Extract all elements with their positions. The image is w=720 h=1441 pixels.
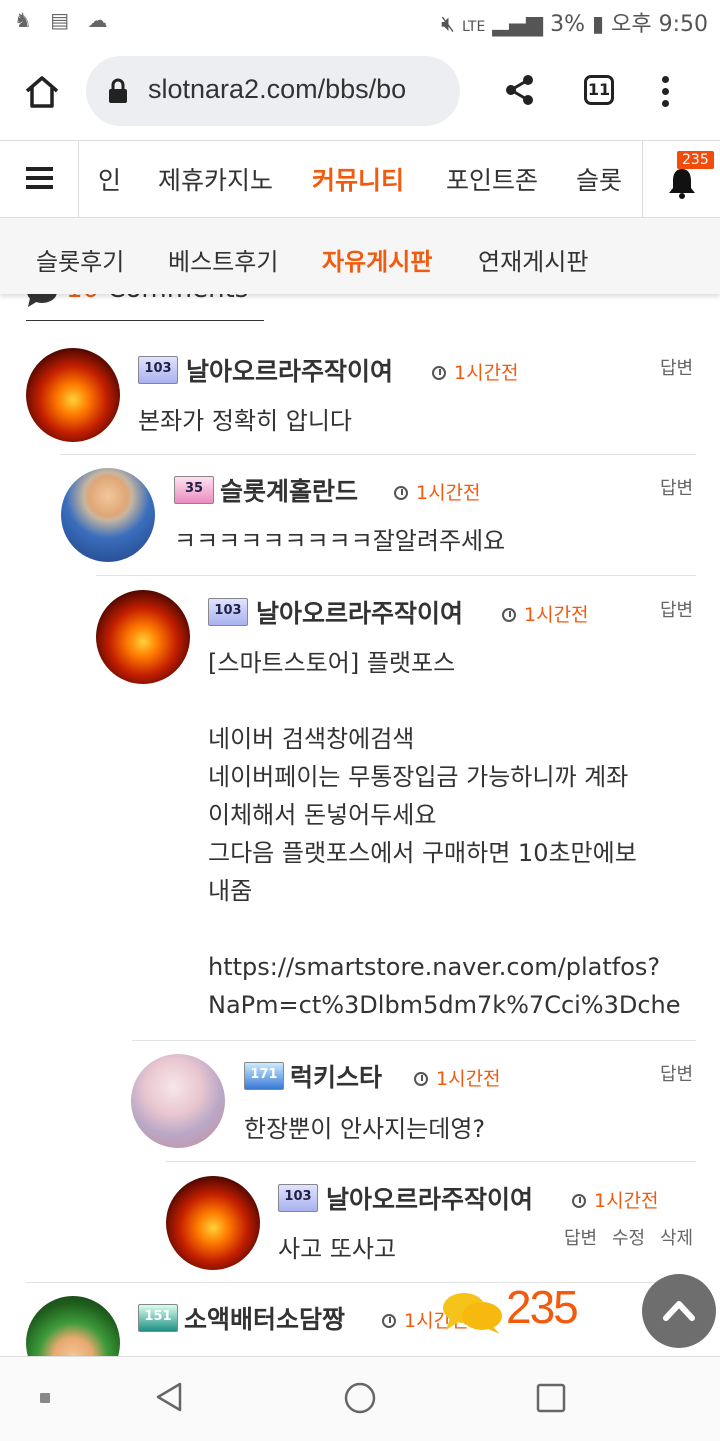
sub-nav: 슬롯후기 베스트후기 자유게시판 연재게시판: [0, 218, 720, 294]
comment-time-text: 1시간전: [454, 362, 519, 384]
comment-time: 1시간전: [502, 600, 589, 627]
comment-time: 1시간전: [572, 1186, 659, 1213]
comment-author[interactable]: 럭키스타: [290, 1058, 382, 1094]
battery-icon: ▮: [592, 12, 605, 37]
comment-time-text: 1시간전: [524, 604, 589, 626]
nav-item-partner-casino[interactable]: 제휴카지노: [158, 161, 273, 197]
comment-item: 35 슬롯계홀란드 1시간전 답변 ㅋㅋㅋㅋㅋㅋㅋㅋㅋ잘알려주세요: [0, 460, 720, 575]
floating-count: 235: [506, 1281, 579, 1333]
comment-item: 103 날아오르라주작이여 1시간전 답변 본좌가 정확히 압니다: [0, 340, 720, 455]
comment-author[interactable]: 날아오르라주작이여: [256, 594, 463, 630]
level-badge: 151: [138, 1304, 178, 1332]
comment-time-text: 1시간전: [436, 1068, 501, 1090]
clock-icon: [414, 1072, 428, 1086]
more-menu-icon[interactable]: [662, 76, 670, 112]
comment-content: 본좌가 정확히 압니다: [138, 407, 352, 435]
divider: [132, 1040, 696, 1041]
browser-toolbar: slotnara2.com/bbs/bo 11: [0, 42, 720, 141]
status-bar: ♞ ▤ ☁ 🔇︎ LTE ▂▄▆ 3% ▮ 오후 9:50: [0, 0, 720, 42]
comment-content: 한장뿐이 안사지는데영?: [244, 1115, 486, 1143]
status-right: 🔇︎ LTE ▂▄▆ 3% ▮ 오후 9:50: [441, 6, 708, 38]
hamburger-menu-icon[interactable]: [0, 141, 79, 217]
network-label: LTE: [462, 19, 486, 35]
comment-item: 151 소액배터소담짱 1시간전 답변: [0, 1288, 720, 1356]
comment-content: 사고 또사고: [278, 1235, 397, 1263]
divider: [60, 454, 696, 455]
level-badge: 35: [174, 476, 214, 504]
lock-icon: [109, 78, 127, 103]
comment-item: 103 날아오르라주작이여 1시간전 답변 [스마트스토어] 플랫포스 네이버 …: [0, 582, 720, 1042]
clock-icon: [382, 1314, 396, 1328]
scroll-to-top-button[interactable]: [642, 1274, 716, 1348]
level-badge: 103: [278, 1184, 318, 1212]
address-bar[interactable]: slotnara2.com/bbs/bo: [86, 56, 460, 126]
comment-content: ㅋㅋㅋㅋㅋㅋㅋㅋㅋ잘알려주세요: [174, 527, 506, 555]
divider: [166, 1161, 696, 1162]
nav-item-community[interactable]: 커뮤니티: [312, 161, 404, 197]
bell-icon: [669, 169, 695, 199]
share-icon[interactable]: [504, 74, 536, 106]
sub-nav-slot-review[interactable]: 슬롯후기: [36, 242, 124, 277]
mute-icon: 🔇︎: [441, 12, 456, 37]
reply-button[interactable]: 답변: [660, 1060, 693, 1086]
comment-time-text: 1시간전: [594, 1190, 659, 1212]
comment-time: 1시간전: [414, 1064, 501, 1091]
avatar[interactable]: [166, 1176, 260, 1270]
recents-icon[interactable]: [535, 1382, 567, 1414]
edit-button[interactable]: 수정: [612, 1224, 645, 1250]
clock-icon: [394, 486, 408, 500]
comment-time: 1시간전: [432, 358, 519, 385]
divider: [96, 575, 696, 576]
back-icon[interactable]: [154, 1381, 184, 1413]
url-text: slotnara2.com/bbs/bo: [148, 74, 407, 104]
sub-nav-best-review[interactable]: 베스트후기: [168, 242, 278, 277]
avatar[interactable]: [26, 1296, 120, 1356]
comment-time: 1시간전: [394, 478, 481, 505]
recent-dot-icon[interactable]: [40, 1393, 50, 1403]
reply-button[interactable]: 답변: [660, 354, 693, 380]
clock-icon: [572, 1194, 586, 1208]
level-badge: 103: [138, 356, 178, 384]
signal-icon: ▂▄▆: [492, 12, 544, 37]
level-badge: 171: [244, 1062, 284, 1090]
clock-text: 오후 9:50: [611, 12, 708, 37]
comment-content: [스마트스토어] 플랫포스 네이버 검색창에검색 네이버페이는 무통장입금 가능…: [208, 649, 681, 1019]
sub-nav-free-board[interactable]: 자유게시판: [322, 242, 432, 277]
avatar[interactable]: [26, 348, 120, 442]
nav-item-login[interactable]: 인: [98, 161, 121, 197]
comment-author[interactable]: 슬롯계홀란드: [220, 472, 358, 508]
notification-button[interactable]: 235: [642, 141, 720, 217]
comment-item: 103 날아오르라주작이여 1시간전 답변 수정 삭제 사고 또사고: [0, 1168, 720, 1283]
divider: [26, 1282, 696, 1283]
chat-bubbles-icon: [443, 1293, 502, 1334]
floating-chat-badge[interactable]: 235: [442, 1276, 592, 1346]
level-badge: 103: [208, 598, 248, 626]
tab-switcher-button[interactable]: 11: [584, 75, 614, 105]
chevron-up-icon: [663, 1301, 695, 1321]
clock-icon: [502, 608, 516, 622]
notification-badge: 235: [677, 151, 714, 169]
nav-item-slot[interactable]: 슬롯: [576, 161, 622, 197]
avatar[interactable]: [131, 1054, 225, 1148]
notification-icons: ♞ ▤ ☁: [14, 8, 114, 32]
comment-item: 171 럭키스타 1시간전 답변 한장뿐이 안사지는데영?: [0, 1046, 720, 1161]
comment-author[interactable]: 소액배터소담짱: [184, 1300, 345, 1336]
home-icon[interactable]: [24, 74, 60, 110]
comment-time-text: 1시간전: [416, 482, 481, 504]
home-nav-icon[interactable]: [343, 1381, 377, 1415]
main-nav: 인 제휴카지노 커뮤니티 포인트존 슬롯 235: [0, 141, 720, 218]
avatar[interactable]: [96, 590, 190, 684]
reply-button[interactable]: 답변: [660, 596, 693, 622]
comment-author[interactable]: 날아오르라주작이여: [326, 1180, 533, 1216]
clock-icon: [432, 366, 446, 380]
reply-button[interactable]: 답변: [660, 474, 693, 500]
avatar[interactable]: [61, 468, 155, 562]
sub-nav-serial-board[interactable]: 연재게시판: [478, 242, 588, 277]
nav-item-point-zone[interactable]: 포인트존: [446, 161, 538, 197]
system-nav-bar: [0, 1356, 720, 1441]
delete-button[interactable]: 삭제: [660, 1224, 693, 1250]
comment-author[interactable]: 날아오르라주작이여: [186, 352, 393, 388]
battery-text: 3%: [550, 12, 585, 37]
reply-button[interactable]: 답변: [564, 1224, 597, 1250]
